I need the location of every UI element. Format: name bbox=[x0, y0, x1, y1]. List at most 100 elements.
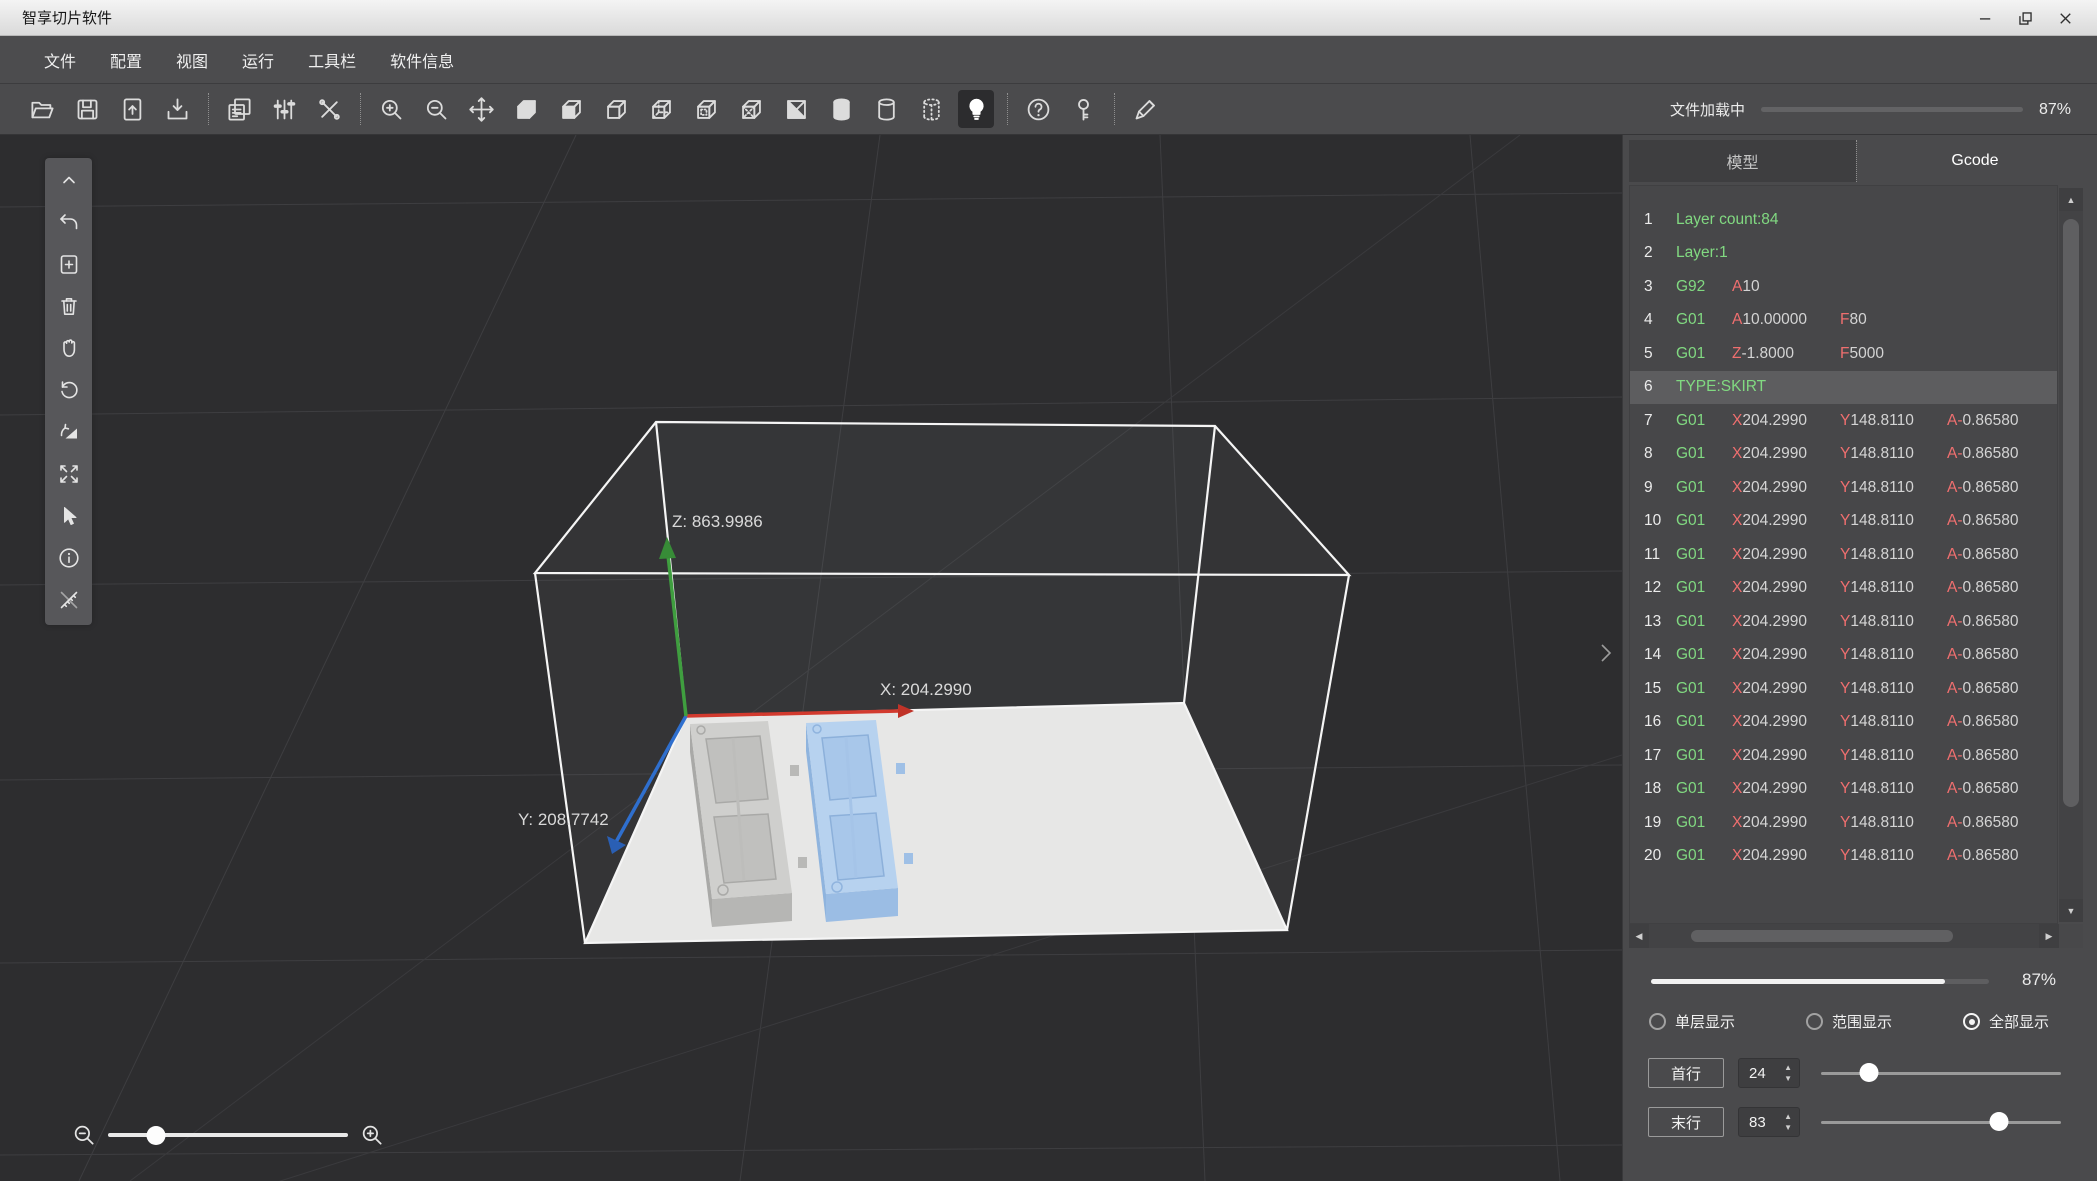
import-model-button[interactable] bbox=[114, 90, 150, 128]
gcode-line-2[interactable]: 2Layer:1 bbox=[1630, 237, 2057, 271]
mirror-model-button[interactable] bbox=[55, 419, 83, 445]
gcode-line-7[interactable]: 7G01X204.2990Y148.8110A-0.86580 bbox=[1630, 404, 2057, 438]
repair-tools-button[interactable] bbox=[311, 90, 347, 128]
gcode-line-11[interactable]: 11G01X204.2990Y148.8110A-0.86580 bbox=[1630, 538, 2057, 572]
first-line-slider[interactable] bbox=[1821, 1058, 2061, 1088]
first-line-slider-thumb[interactable] bbox=[1860, 1063, 1879, 1082]
minimize-button[interactable] bbox=[1965, 0, 2005, 36]
first-line-spinner[interactable]: 24 ▲▼ bbox=[1738, 1058, 1800, 1088]
open-file-button[interactable] bbox=[24, 90, 60, 128]
move-view-button[interactable] bbox=[463, 90, 499, 128]
radio-icon[interactable] bbox=[1963, 1013, 1980, 1030]
gcode-line-5[interactable]: 5G01Z-1.8000F5000 bbox=[1630, 337, 2057, 371]
view-section-cube-button[interactable] bbox=[778, 90, 814, 128]
zoom-in-button[interactable] bbox=[373, 90, 409, 128]
last-line-slider-thumb[interactable] bbox=[1989, 1112, 2008, 1131]
save-file-button[interactable] bbox=[69, 90, 105, 128]
select-pointer-button[interactable] bbox=[55, 503, 83, 529]
zoom-out-button[interactable] bbox=[418, 90, 454, 128]
gcode-list[interactable]: 1Layer count:842Layer:13G92A104G01A10.00… bbox=[1629, 185, 2058, 924]
zoom-slider-thumb[interactable] bbox=[147, 1126, 166, 1145]
view-wire-cube-d-button[interactable] bbox=[733, 90, 769, 128]
last-line-spinner[interactable]: 83 ▲▼ bbox=[1738, 1107, 1800, 1137]
view-wire-cube-c-button[interactable] bbox=[688, 90, 724, 128]
add-model-button[interactable] bbox=[55, 251, 83, 277]
vertical-scroll-thumb[interactable] bbox=[2063, 219, 2079, 807]
radio-icon[interactable] bbox=[1806, 1013, 1823, 1030]
fit-view-button[interactable] bbox=[55, 461, 83, 487]
gcode-line-19[interactable]: 19G01X204.2990Y148.8110A-0.86580 bbox=[1630, 806, 2057, 840]
last-line-slider[interactable] bbox=[1821, 1107, 2061, 1137]
scroll-down-button[interactable]: ▼ bbox=[2059, 899, 2083, 922]
gcode-line-8[interactable]: 8G01X204.2990Y148.8110A-0.86580 bbox=[1630, 438, 2057, 472]
gcode-line-20[interactable]: 20G01X204.2990Y148.8110A-0.86580 bbox=[1630, 840, 2057, 874]
duplicate-model-button[interactable] bbox=[221, 90, 257, 128]
gcode-line-9[interactable]: 9G01X204.2990Y148.8110A-0.86580 bbox=[1630, 471, 2057, 505]
view-wire-cube-b-button[interactable] bbox=[643, 90, 679, 128]
tab-model[interactable]: 模型 bbox=[1629, 140, 1856, 182]
first-line-button[interactable]: 首行 bbox=[1648, 1058, 1724, 1088]
view-wire-cube-a-button[interactable] bbox=[598, 90, 634, 128]
collapse-up-button[interactable] bbox=[55, 167, 83, 193]
help-button[interactable] bbox=[1020, 90, 1056, 128]
menu-view[interactable]: 视图 bbox=[160, 43, 224, 77]
radio-icon[interactable] bbox=[1649, 1013, 1666, 1030]
license-key-button[interactable] bbox=[1065, 90, 1101, 128]
rotate-view-button[interactable] bbox=[55, 377, 83, 403]
view-cylinder-points-button[interactable] bbox=[913, 90, 949, 128]
gcode-line-17[interactable]: 17G01X204.2990Y148.8110A-0.86580 bbox=[1630, 739, 2057, 773]
pan-hand-button[interactable] bbox=[55, 335, 83, 361]
scroll-up-button[interactable]: ▲ bbox=[2059, 188, 2083, 211]
viewport-zoom-slider[interactable] bbox=[108, 1125, 348, 1145]
gcode-line-10[interactable]: 10G01X204.2990Y148.8110A-0.86580 bbox=[1630, 505, 2057, 539]
annotate-pen-button[interactable] bbox=[1127, 90, 1163, 128]
horizontal-scroll-thumb[interactable] bbox=[1691, 930, 1953, 942]
gcode-line-18[interactable]: 18G01X204.2990Y148.8110A-0.86580 bbox=[1630, 773, 2057, 807]
lighting-bulb-button[interactable] bbox=[958, 90, 994, 128]
last-line-button[interactable]: 末行 bbox=[1648, 1107, 1724, 1137]
panel-collapse-arrow[interactable] bbox=[1598, 640, 1614, 671]
gcode-line-13[interactable]: 13G01X204.2990Y148.8110A-0.86580 bbox=[1630, 605, 2057, 639]
view-cylinder-solid-button[interactable] bbox=[823, 90, 859, 128]
gcode-line-4[interactable]: 4G01A10.00000F80 bbox=[1630, 304, 2057, 338]
gcode-line-6[interactable]: 6TYPE:SKIRT bbox=[1630, 371, 2057, 405]
restore-button[interactable] bbox=[2005, 0, 2045, 36]
minimize-icon bbox=[1976, 9, 1995, 28]
display-mode-radio-2[interactable]: 全部显示 bbox=[1963, 1011, 2049, 1032]
gcode-line-14[interactable]: 14G01X204.2990Y148.8110A-0.86580 bbox=[1630, 639, 2057, 673]
menu-run[interactable]: 运行 bbox=[226, 43, 290, 77]
gcode-horizontal-scrollbar[interactable]: ◀ ▶ bbox=[1629, 924, 2059, 948]
tab-gcode[interactable]: Gcode bbox=[1856, 140, 2093, 182]
display-mode-radio-1[interactable]: 范围显示 bbox=[1806, 1011, 1892, 1032]
gcode-token: Y148.8110 bbox=[1840, 479, 1947, 497]
menu-config[interactable]: 配置 bbox=[94, 43, 158, 77]
export-file-button[interactable] bbox=[159, 90, 195, 128]
gcode-line-1[interactable]: 1Layer count:84 bbox=[1630, 203, 2057, 237]
model-info-button[interactable] bbox=[55, 545, 83, 571]
scroll-right-button[interactable]: ▶ bbox=[2039, 924, 2059, 948]
measure-tool-button[interactable] bbox=[55, 587, 83, 613]
spinner-arrows-icon[interactable]: ▲▼ bbox=[1784, 1062, 1792, 1084]
gcode-vertical-scrollbar[interactable]: ▲ ▼ bbox=[2059, 188, 2083, 922]
display-mode-radio-0[interactable]: 单层显示 bbox=[1649, 1011, 1735, 1032]
view-solid-cube-button[interactable] bbox=[508, 90, 544, 128]
gcode-line-3[interactable]: 3G92A10 bbox=[1630, 270, 2057, 304]
view-face-cube-button[interactable] bbox=[553, 90, 589, 128]
viewport-3d[interactable]: Z: 863.9986 X: 204.2990 Y: 208.7742 bbox=[0, 135, 1622, 1181]
zoom-out-icon[interactable] bbox=[70, 1122, 98, 1148]
zoom-in-icon[interactable] bbox=[358, 1122, 386, 1148]
delete-model-button[interactable] bbox=[55, 293, 83, 319]
gcode-line-12[interactable]: 12G01X204.2990Y148.8110A-0.86580 bbox=[1630, 572, 2057, 606]
view-cylinder-wire-button[interactable] bbox=[868, 90, 904, 128]
menu-file[interactable]: 文件 bbox=[28, 43, 92, 77]
adjust-settings-button[interactable] bbox=[266, 90, 302, 128]
undo-button[interactable] bbox=[55, 209, 83, 235]
gcode-line-16[interactable]: 16G01X204.2990Y148.8110A-0.86580 bbox=[1630, 706, 2057, 740]
menu-toolbar[interactable]: 工具栏 bbox=[292, 43, 372, 77]
close-button[interactable] bbox=[2045, 0, 2085, 36]
menu-software-info[interactable]: 软件信息 bbox=[374, 43, 470, 77]
gcode-line-15[interactable]: 15G01X204.2990Y148.8110A-0.86580 bbox=[1630, 672, 2057, 706]
spinner-arrows-icon[interactable]: ▲▼ bbox=[1784, 1111, 1792, 1133]
gcode-token: X204.2990 bbox=[1732, 780, 1840, 798]
scroll-left-button[interactable]: ◀ bbox=[1629, 924, 1649, 948]
